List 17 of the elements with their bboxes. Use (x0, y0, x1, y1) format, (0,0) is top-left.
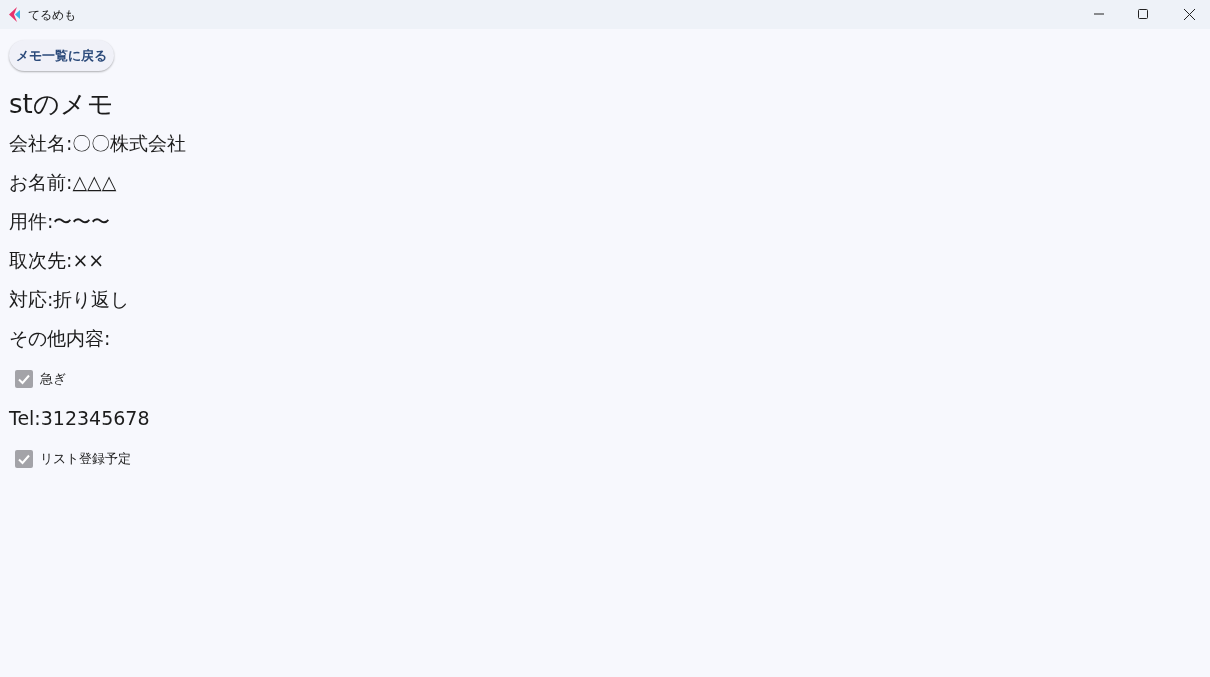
memo-field: 対応:折り返し (9, 285, 130, 314)
maximize-icon[interactable] (1138, 9, 1148, 19)
memo-field: 会社名:〇〇株式会社 (9, 129, 187, 158)
checkbox-label: 急ぎ (40, 369, 66, 388)
checkbox[interactable] (15, 369, 33, 388)
memo-title: stのメモ (9, 88, 115, 120)
window-title: てるめも (28, 6, 76, 24)
memo-field: 取次先:×× (9, 246, 105, 275)
memo-field: 用件:〜〜〜 (9, 207, 111, 236)
memo-field: お名前:△△△ (9, 168, 117, 197)
back-button[interactable]: メモ一覧に戻る (9, 40, 114, 71)
close-icon[interactable] (1184, 9, 1195, 20)
checkbox[interactable] (15, 449, 33, 468)
app-logo-icon (7, 7, 20, 22)
memo-field: Tel:312345678 (9, 404, 150, 433)
memo-field: その他内容: (9, 324, 111, 353)
checkbox-label: リスト登録予定 (40, 449, 131, 468)
